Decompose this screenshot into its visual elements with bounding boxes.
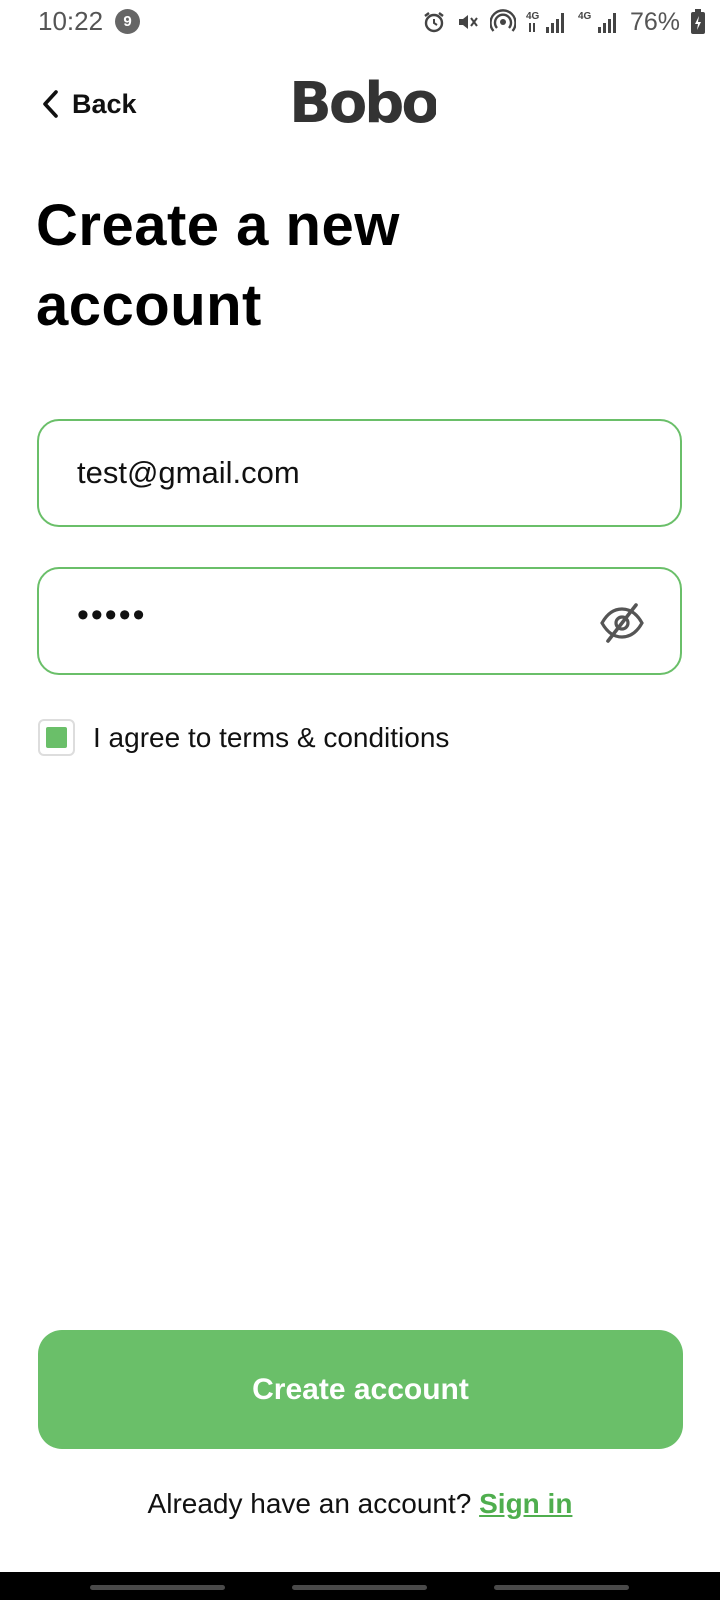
password-value: ••••• — [77, 596, 147, 634]
password-field[interactable]: ••••• — [37, 567, 682, 675]
hotspot-icon — [489, 9, 516, 32]
mute-icon — [458, 15, 478, 29]
chevron-left-icon — [43, 90, 58, 118]
signin-prompt: Already have an account? — [147, 1488, 472, 1519]
create-account-button[interactable]: Create account — [38, 1330, 683, 1449]
signin-row: Already have an account? Sign in — [0, 1488, 720, 1520]
battery-icon — [691, 9, 705, 34]
alarm-icon — [424, 12, 444, 33]
email-field[interactable]: test@gmail.com — [37, 419, 682, 527]
page-title-line-1: Create a new — [36, 193, 400, 258]
signal-4g-icon-2: 4G — [578, 11, 616, 33]
svg-text:Bobo: Bobo — [290, 72, 436, 132]
page-title: Create a new account — [36, 186, 636, 346]
nav-home-button[interactable] — [292, 1585, 427, 1590]
email-value: test@gmail.com — [77, 455, 300, 490]
status-bar: 10:22 9 4G 4G 76% — [0, 0, 720, 44]
navigation-bar — [0, 1572, 720, 1600]
nav-back-button[interactable] — [494, 1585, 629, 1590]
status-time: 10:22 — [38, 6, 104, 36]
signal-4g-icon: 4G — [526, 11, 564, 33]
checkbox-checked-indicator — [46, 727, 67, 748]
signin-link[interactable]: Sign in — [479, 1488, 572, 1519]
bobo-logo: Bobo — [290, 72, 436, 132]
svg-text:4G: 4G — [526, 11, 540, 22]
back-button[interactable]: Back — [40, 84, 137, 124]
svg-text:4G: 4G — [578, 11, 592, 22]
status-icons: 4G 4G 76% — [422, 6, 706, 38]
page-title-line-2: account — [36, 273, 262, 338]
notification-count-badge: 9 — [115, 9, 140, 34]
nav-recents-button[interactable] — [90, 1585, 225, 1590]
back-label: Back — [72, 88, 137, 119]
terms-checkbox[interactable] — [38, 719, 75, 756]
battery-percentage: 76% — [629, 7, 680, 36]
terms-label: I agree to terms & conditions — [93, 722, 450, 753]
eye-off-icon[interactable] — [598, 601, 646, 645]
